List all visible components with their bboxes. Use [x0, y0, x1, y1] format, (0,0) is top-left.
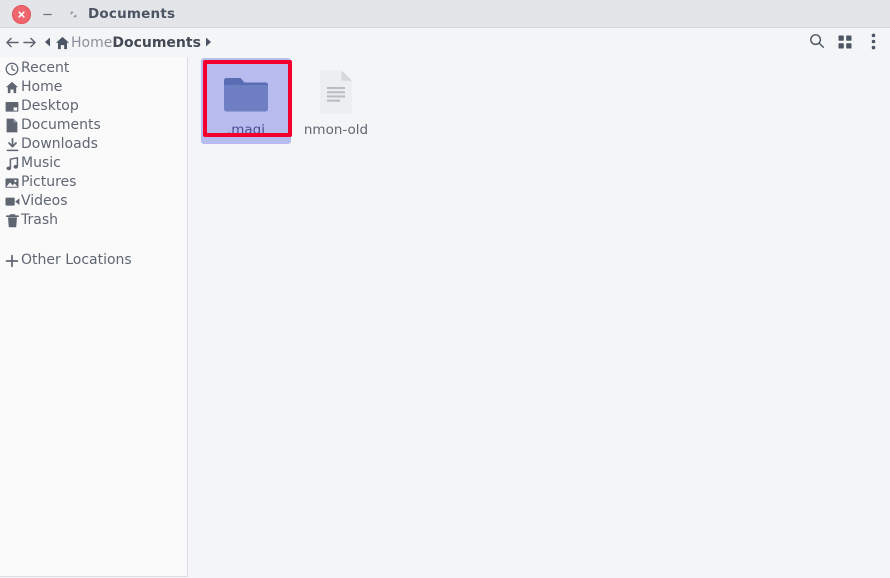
desktop-icon — [4, 99, 20, 115]
document-icon — [4, 118, 20, 134]
search-button[interactable] — [806, 31, 828, 55]
download-arrow-icon — [4, 137, 20, 153]
breadcrumb-prev-button[interactable] — [40, 37, 55, 50]
navigation-buttons — [4, 29, 38, 57]
breadcrumb-next-button[interactable] — [201, 37, 216, 50]
picture-icon — [4, 175, 20, 191]
sidebar-item-trash[interactable]: Trash — [0, 211, 187, 230]
file-name-label: .magi — [226, 122, 266, 138]
sidebar-item-label: Trash — [21, 212, 58, 228]
sidebar-item-music[interactable]: Music — [0, 154, 187, 173]
forward-button[interactable] — [21, 30, 38, 56]
maximize-button[interactable] — [60, 1, 86, 27]
sidebar-item-documents[interactable]: Documents — [0, 116, 187, 135]
trash-icon — [4, 213, 20, 229]
plus-icon — [4, 253, 20, 269]
back-button[interactable] — [4, 30, 21, 56]
breadcrumb-item-home[interactable]: Home — [71, 29, 112, 57]
minimize-button[interactable] — [34, 1, 60, 27]
text-document-icon — [308, 65, 364, 115]
file-manager-window: Documents Home Documents Recent Home Des… — [0, 0, 890, 578]
sidebar-item-label: Recent — [21, 60, 70, 76]
clock-icon — [4, 61, 20, 77]
home-icon[interactable] — [55, 36, 70, 50]
breadcrumb: Home Documents — [40, 29, 216, 57]
close-button[interactable] — [8, 1, 34, 27]
window-controls — [8, 0, 86, 28]
music-note-icon — [4, 156, 20, 172]
grid-icon — [838, 34, 852, 53]
home-icon — [4, 80, 20, 96]
kebab-menu-icon — [871, 33, 876, 54]
sidebar-item-recent[interactable]: Recent — [0, 59, 187, 78]
sidebar: Recent Home Desktop Documents Downloads … — [0, 57, 188, 577]
video-camera-icon — [4, 194, 20, 210]
sidebar-separator — [0, 230, 187, 251]
sidebar-item-label: Desktop — [21, 98, 79, 114]
titlebar: Documents — [0, 0, 890, 28]
search-icon — [809, 33, 825, 53]
view-grid-button[interactable] — [834, 31, 856, 55]
sidebar-item-label: Documents — [21, 117, 101, 133]
folder-icon — [218, 65, 274, 115]
sidebar-item-videos[interactable]: Videos — [0, 192, 187, 211]
maximize-icon — [68, 9, 79, 20]
sidebar-item-pictures[interactable]: Pictures — [0, 173, 187, 192]
sidebar-item-other-locations[interactable]: Other Locations — [0, 251, 187, 270]
file-name-label: nmon-old — [303, 122, 369, 138]
file-item-folder[interactable]: .magi — [201, 58, 291, 144]
sidebar-item-label: Videos — [21, 193, 68, 209]
sidebar-item-label: Music — [21, 155, 61, 171]
sidebar-item-desktop[interactable]: Desktop — [0, 97, 187, 116]
sidebar-item-home[interactable]: Home — [0, 78, 187, 97]
sidebar-item-label: Pictures — [21, 174, 77, 190]
file-list-area[interactable]: .magi nmon-old — [189, 57, 890, 578]
sidebar-item-label: Home — [21, 79, 63, 95]
sidebar-item-label: Downloads — [21, 136, 98, 152]
arrow-right-icon — [22, 34, 37, 53]
minimize-icon — [42, 9, 53, 20]
path-toolbar: Home Documents — [0, 29, 890, 57]
window-title: Documents — [88, 6, 176, 22]
toolbar-actions — [806, 29, 884, 57]
menu-button[interactable] — [862, 31, 884, 55]
close-icon — [11, 4, 31, 24]
sidebar-item-downloads[interactable]: Downloads — [0, 135, 187, 154]
breadcrumb-item-documents[interactable]: Documents — [112, 29, 201, 57]
file-item-document[interactable]: nmon-old — [291, 58, 381, 144]
file-grid: .magi nmon-old — [201, 58, 381, 144]
arrow-left-icon — [5, 34, 20, 53]
sidebar-item-label: Other Locations — [21, 252, 132, 268]
